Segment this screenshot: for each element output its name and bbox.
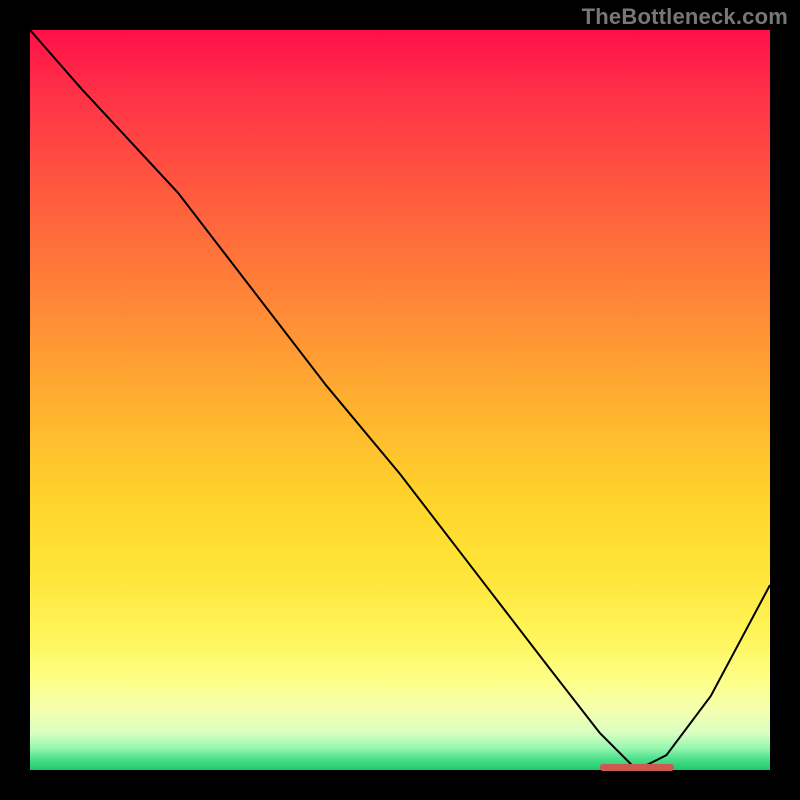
- chart-frame: TheBottleneck.com: [0, 0, 800, 800]
- plot-area: [30, 30, 770, 770]
- attribution-text: TheBottleneck.com: [582, 4, 788, 30]
- curve-layer: [30, 30, 770, 770]
- bottleneck-curve: [30, 30, 770, 770]
- optimal-range-marker: [600, 764, 674, 771]
